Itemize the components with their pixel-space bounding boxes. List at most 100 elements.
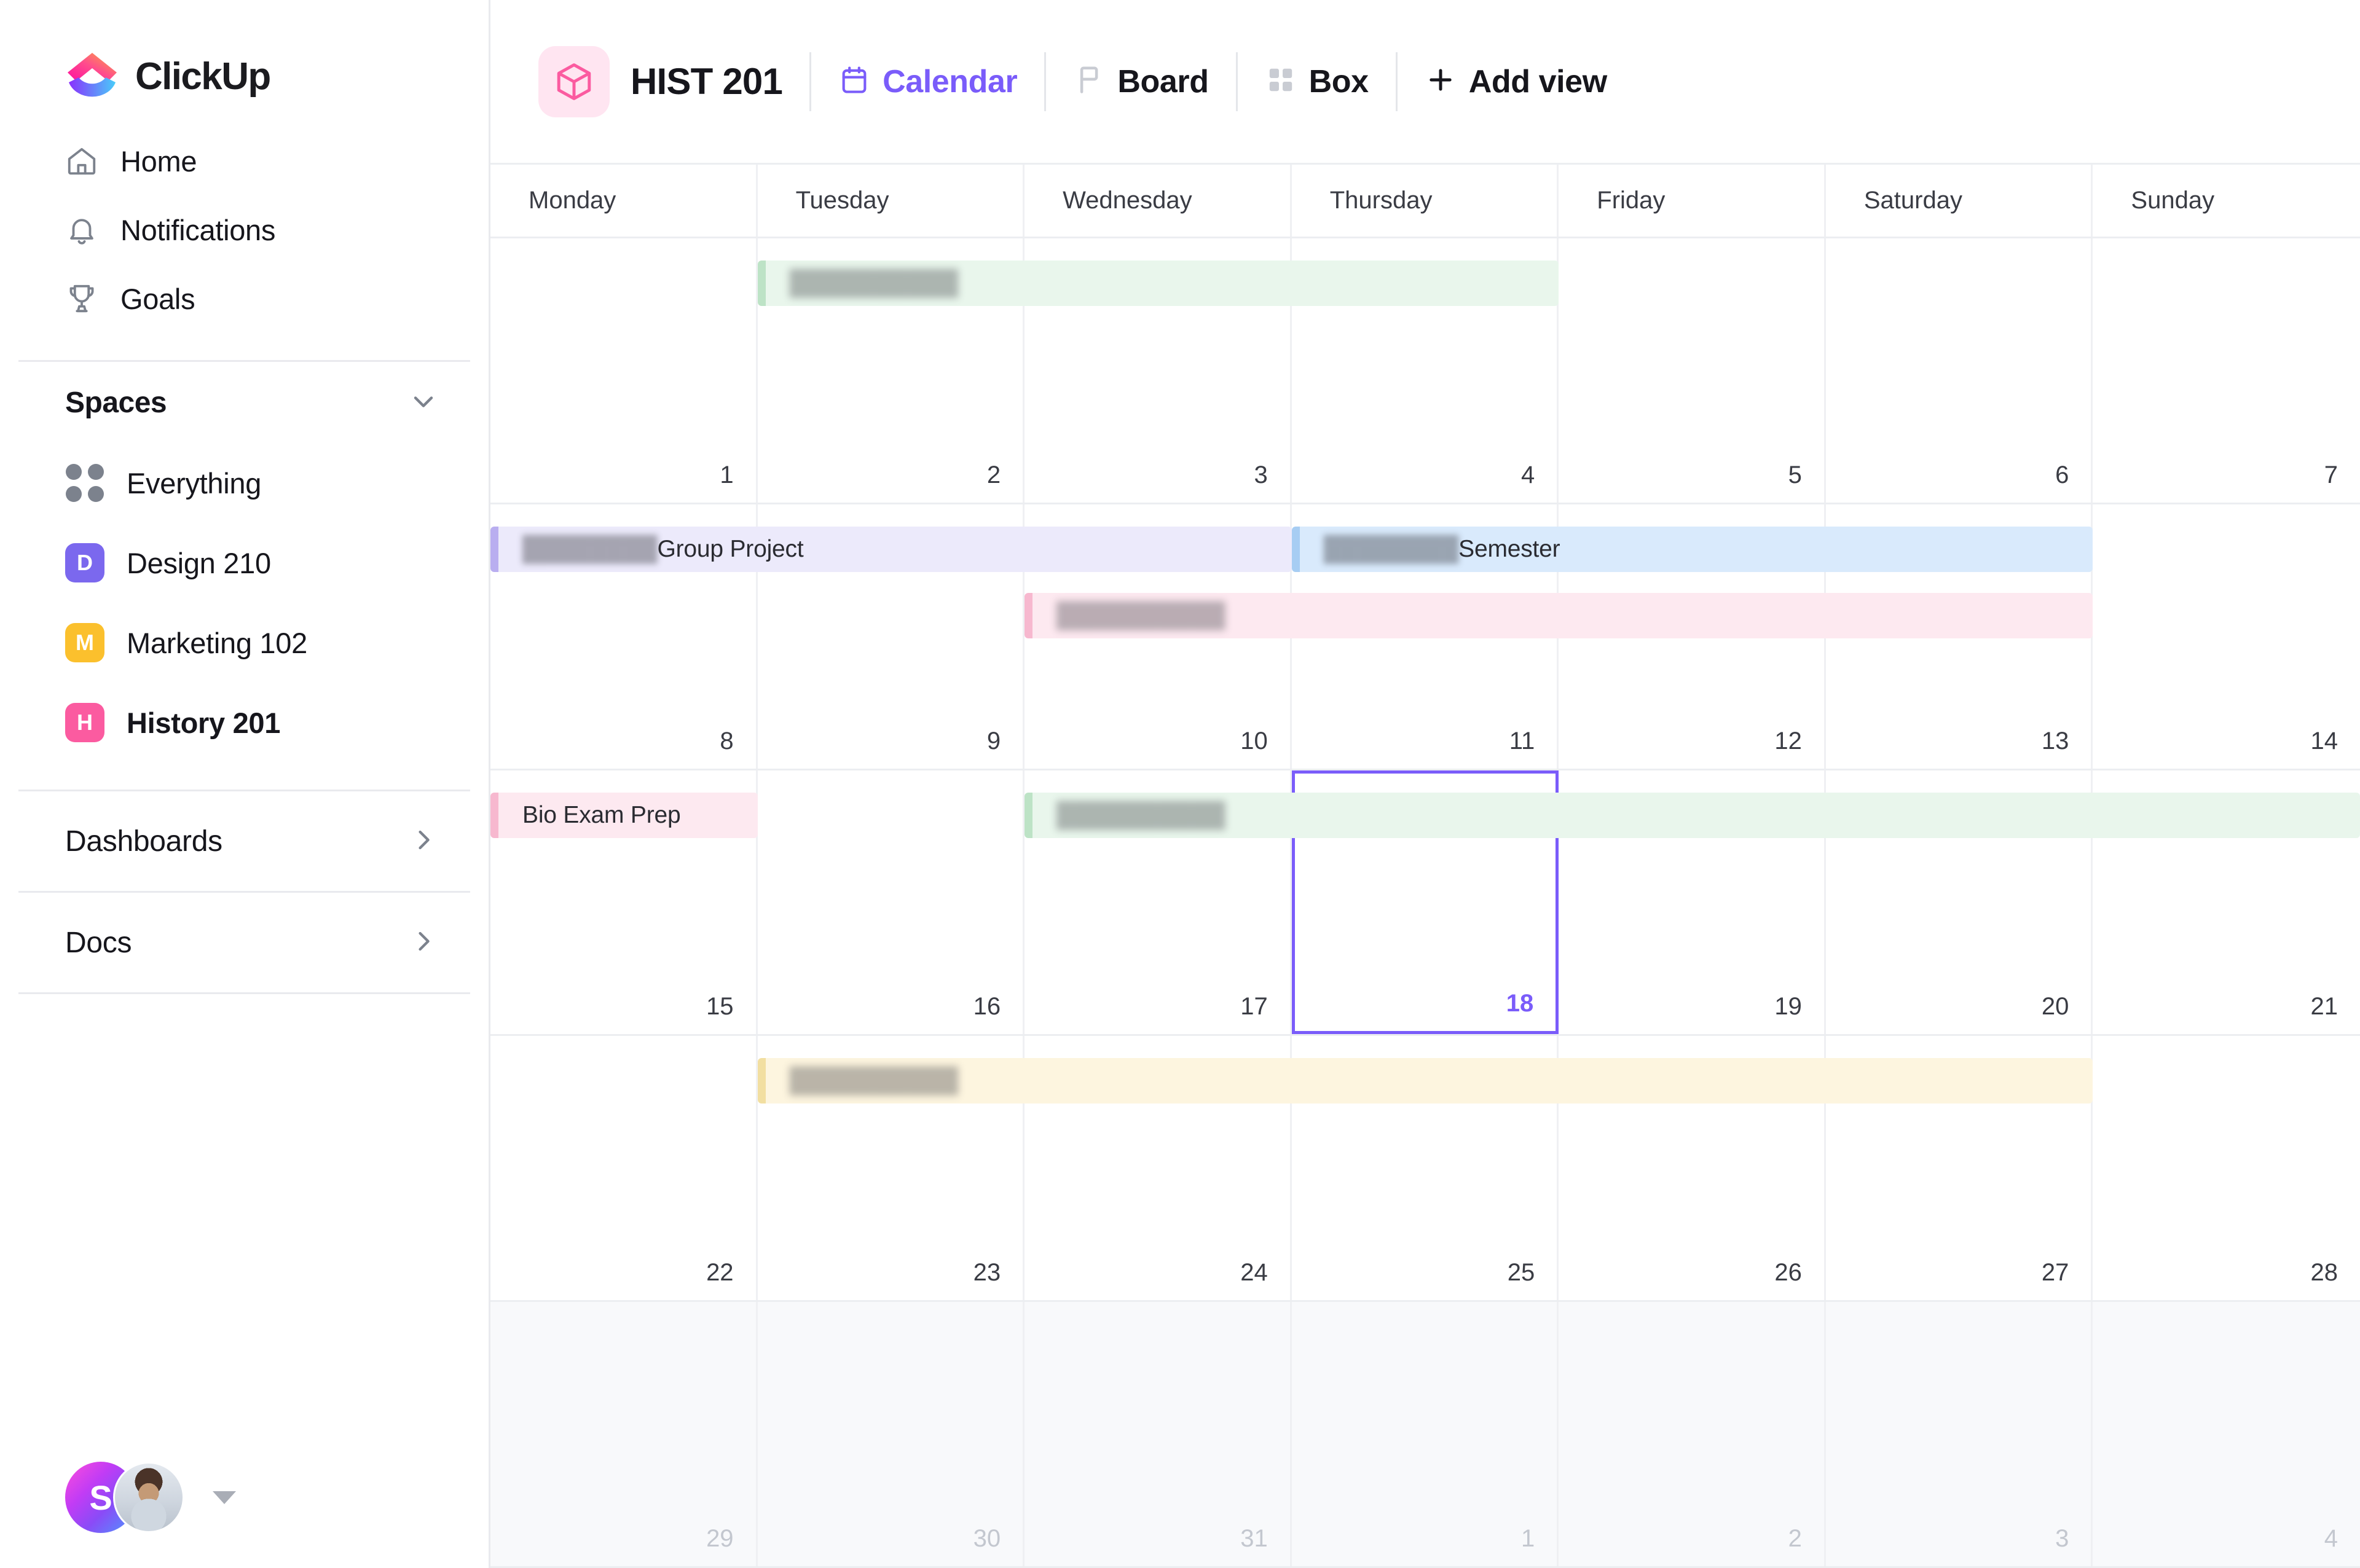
sidebar-item-dashboards[interactable]: Dashboards bbox=[0, 791, 489, 891]
chevron-right-icon[interactable] bbox=[407, 925, 439, 960]
calendar-event-title-redacted: ██████████ bbox=[789, 270, 959, 296]
calendar-day-cell-16[interactable]: 16 bbox=[758, 770, 1025, 1035]
calendar-weekday-header: Monday Tuesday Wednesday Thursday Friday Satu… bbox=[490, 165, 2360, 238]
calendar-weekday-friday: Friday bbox=[1559, 165, 1826, 237]
cube-icon bbox=[538, 45, 610, 117]
chevron-down-icon[interactable] bbox=[407, 385, 439, 420]
calendar-day-number: 9 bbox=[986, 727, 1001, 755]
calendar-day-number: 19 bbox=[1774, 993, 1802, 1021]
calendar-weekday-thursday: Thursday bbox=[1292, 165, 1559, 237]
spaces-header[interactable]: Spaces bbox=[0, 362, 489, 443]
toolbar-divider bbox=[809, 52, 812, 111]
tab-calendar-label: Calendar bbox=[883, 63, 1018, 100]
sidebar-item-everything[interactable]: Everything bbox=[0, 443, 489, 523]
sidebar-divider-4 bbox=[18, 992, 470, 994]
grid-dots-icon bbox=[65, 463, 104, 503]
home-icon bbox=[65, 144, 98, 178]
calendar-day-number: 15 bbox=[706, 993, 734, 1021]
calendar-day-number: 28 bbox=[2310, 1259, 2338, 1287]
calendar-day-number: 16 bbox=[973, 993, 1001, 1021]
sidebar-item-notifications[interactable]: Notifications bbox=[0, 195, 489, 264]
calendar-day-cell-3[interactable]: 3 bbox=[1826, 1302, 2093, 1566]
calendar-event-title: Group Project bbox=[657, 535, 804, 562]
add-view-button[interactable]: Add view bbox=[1425, 63, 1607, 100]
calendar-day-number: 29 bbox=[706, 1524, 734, 1552]
sidebar-item-history-201-label: History 201 bbox=[127, 706, 281, 739]
caret-down-icon[interactable] bbox=[213, 1491, 236, 1504]
calendar-day-number: 11 bbox=[1509, 727, 1535, 755]
calendar-event[interactable]: Bio Exam Prep bbox=[490, 792, 758, 838]
calendar-weekday-monday: Monday bbox=[490, 165, 758, 237]
sidebar-item-everything-label: Everything bbox=[127, 466, 262, 500]
app-root: ClickUp Home Notifications Goals Spaces … bbox=[0, 0, 2360, 1568]
sidebar-item-home[interactable]: Home bbox=[0, 127, 489, 195]
sidebar-item-goals[interactable]: Goals bbox=[0, 264, 489, 333]
calendar-event[interactable]: ████████ Group Project bbox=[490, 526, 1292, 572]
calendar-day-cell-14[interactable]: 14 bbox=[2093, 504, 2360, 769]
calendar-event[interactable]: ████████ Semester bbox=[1291, 526, 2093, 572]
topbar: HIST 201 Calendar Board Box Add view bbox=[490, 0, 2360, 165]
calendar-day-cell-4[interactable]: 4 bbox=[2093, 1302, 2360, 1566]
sidebar-item-history-201[interactable]: H History 201 bbox=[0, 683, 489, 762]
calendar-week-row: 8 9 10 11 12 13 14 ████████ Group Project ██████… bbox=[490, 504, 2360, 770]
calendar-day-cell-29[interactable]: 29 bbox=[490, 1302, 758, 1566]
calendar-day-number: 27 bbox=[2041, 1259, 2069, 1287]
space-badge-history: H bbox=[65, 703, 104, 742]
sidebar-item-notifications-label: Notifications bbox=[120, 213, 276, 246]
calendar-day-number: 22 bbox=[706, 1259, 734, 1287]
calendar-day-cell-5[interactable]: 5 bbox=[1559, 238, 1826, 503]
calendar-day-cell-30[interactable]: 30 bbox=[758, 1302, 1025, 1566]
box-icon bbox=[1265, 64, 1297, 99]
calendar-day-number: 2 bbox=[1788, 1524, 1802, 1552]
calendar-day-cell-2[interactable]: 2 bbox=[1559, 1302, 1826, 1566]
calendar-day-number: 10 bbox=[1240, 727, 1268, 755]
calendar-day-cell-28[interactable]: 28 bbox=[2093, 1036, 2360, 1300]
space-badge-design: D bbox=[65, 543, 104, 582]
calendar-event[interactable]: ██████████ bbox=[757, 261, 1559, 306]
calendar-weekday-sunday: Sunday bbox=[2131, 187, 2215, 214]
calendar-day-number: 31 bbox=[1240, 1524, 1268, 1552]
calendar-event-title-redacted: ████████ bbox=[522, 535, 658, 562]
calendar-event-title: Semester bbox=[1458, 535, 1560, 562]
calendar-week-row: 1 2 3 4 5 6 7 ██████████ bbox=[490, 238, 2360, 504]
brand-logo[interactable]: ClickUp bbox=[0, 0, 489, 104]
calendar-view: Monday Tuesday Wednesday Thursday Friday Satu… bbox=[490, 165, 2360, 1568]
tab-box[interactable]: Box bbox=[1265, 63, 1369, 100]
tab-board[interactable]: Board bbox=[1073, 63, 1209, 100]
calendar-day-number: 23 bbox=[973, 1259, 1001, 1287]
calendar-event[interactable]: ██████████ bbox=[1025, 792, 2360, 838]
week-day-cells: 29 30 31 1 2 3 4 bbox=[490, 1302, 2360, 1566]
avatar-stack[interactable]: S bbox=[65, 1462, 188, 1533]
calendar-day-number: 2 bbox=[986, 461, 1001, 488]
calendar-day-number: 24 bbox=[1240, 1259, 1268, 1287]
calendar-day-number: 4 bbox=[2324, 1524, 2338, 1552]
sidebar-item-docs[interactable]: Docs bbox=[0, 893, 489, 992]
calendar-day-number: 26 bbox=[1774, 1259, 1802, 1287]
calendar-day-number: 5 bbox=[1788, 461, 1802, 488]
sidebar-item-design-210[interactable]: D Design 210 bbox=[0, 523, 489, 603]
chevron-right-icon[interactable] bbox=[407, 824, 439, 859]
calendar-day-number: 3 bbox=[2055, 1524, 2069, 1552]
calendar-event[interactable]: ██████████ bbox=[1025, 592, 2093, 638]
calendar-day-number: 7 bbox=[2324, 461, 2338, 488]
tab-box-label: Box bbox=[1308, 63, 1369, 100]
sidebar-item-goals-label: Goals bbox=[120, 282, 195, 315]
calendar-day-cell-6[interactable]: 6 bbox=[1826, 238, 2093, 503]
calendar-day-cell-31[interactable]: 31 bbox=[1025, 1302, 1292, 1566]
calendar-event[interactable]: ██████████ bbox=[757, 1058, 2093, 1104]
calendar-day-cell-7[interactable]: 7 bbox=[2093, 238, 2360, 503]
calendar-day-number: 1 bbox=[1521, 1524, 1535, 1552]
bell-icon bbox=[65, 213, 98, 246]
user-avatar[interactable] bbox=[113, 1462, 184, 1533]
sidebar-item-marketing-102[interactable]: M Marketing 102 bbox=[0, 603, 489, 683]
calendar-day-cell-1[interactable]: 1 bbox=[1292, 1302, 1559, 1566]
sidebar-item-docs-label: Docs bbox=[65, 926, 132, 959]
toolbar-divider bbox=[1235, 52, 1238, 111]
calendar-day-number: 12 bbox=[1774, 727, 1802, 755]
sidebar-item-design-210-label: Design 210 bbox=[127, 546, 271, 579]
calendar-week-row: 29 30 31 1 2 3 4 bbox=[490, 1302, 2360, 1568]
calendar-day-cell-22[interactable]: 22 bbox=[490, 1036, 758, 1301]
tab-calendar[interactable]: Calendar bbox=[838, 63, 1018, 100]
sidebar-footer: S bbox=[0, 1427, 489, 1568]
calendar-day-cell-1[interactable]: 1 bbox=[490, 238, 758, 503]
